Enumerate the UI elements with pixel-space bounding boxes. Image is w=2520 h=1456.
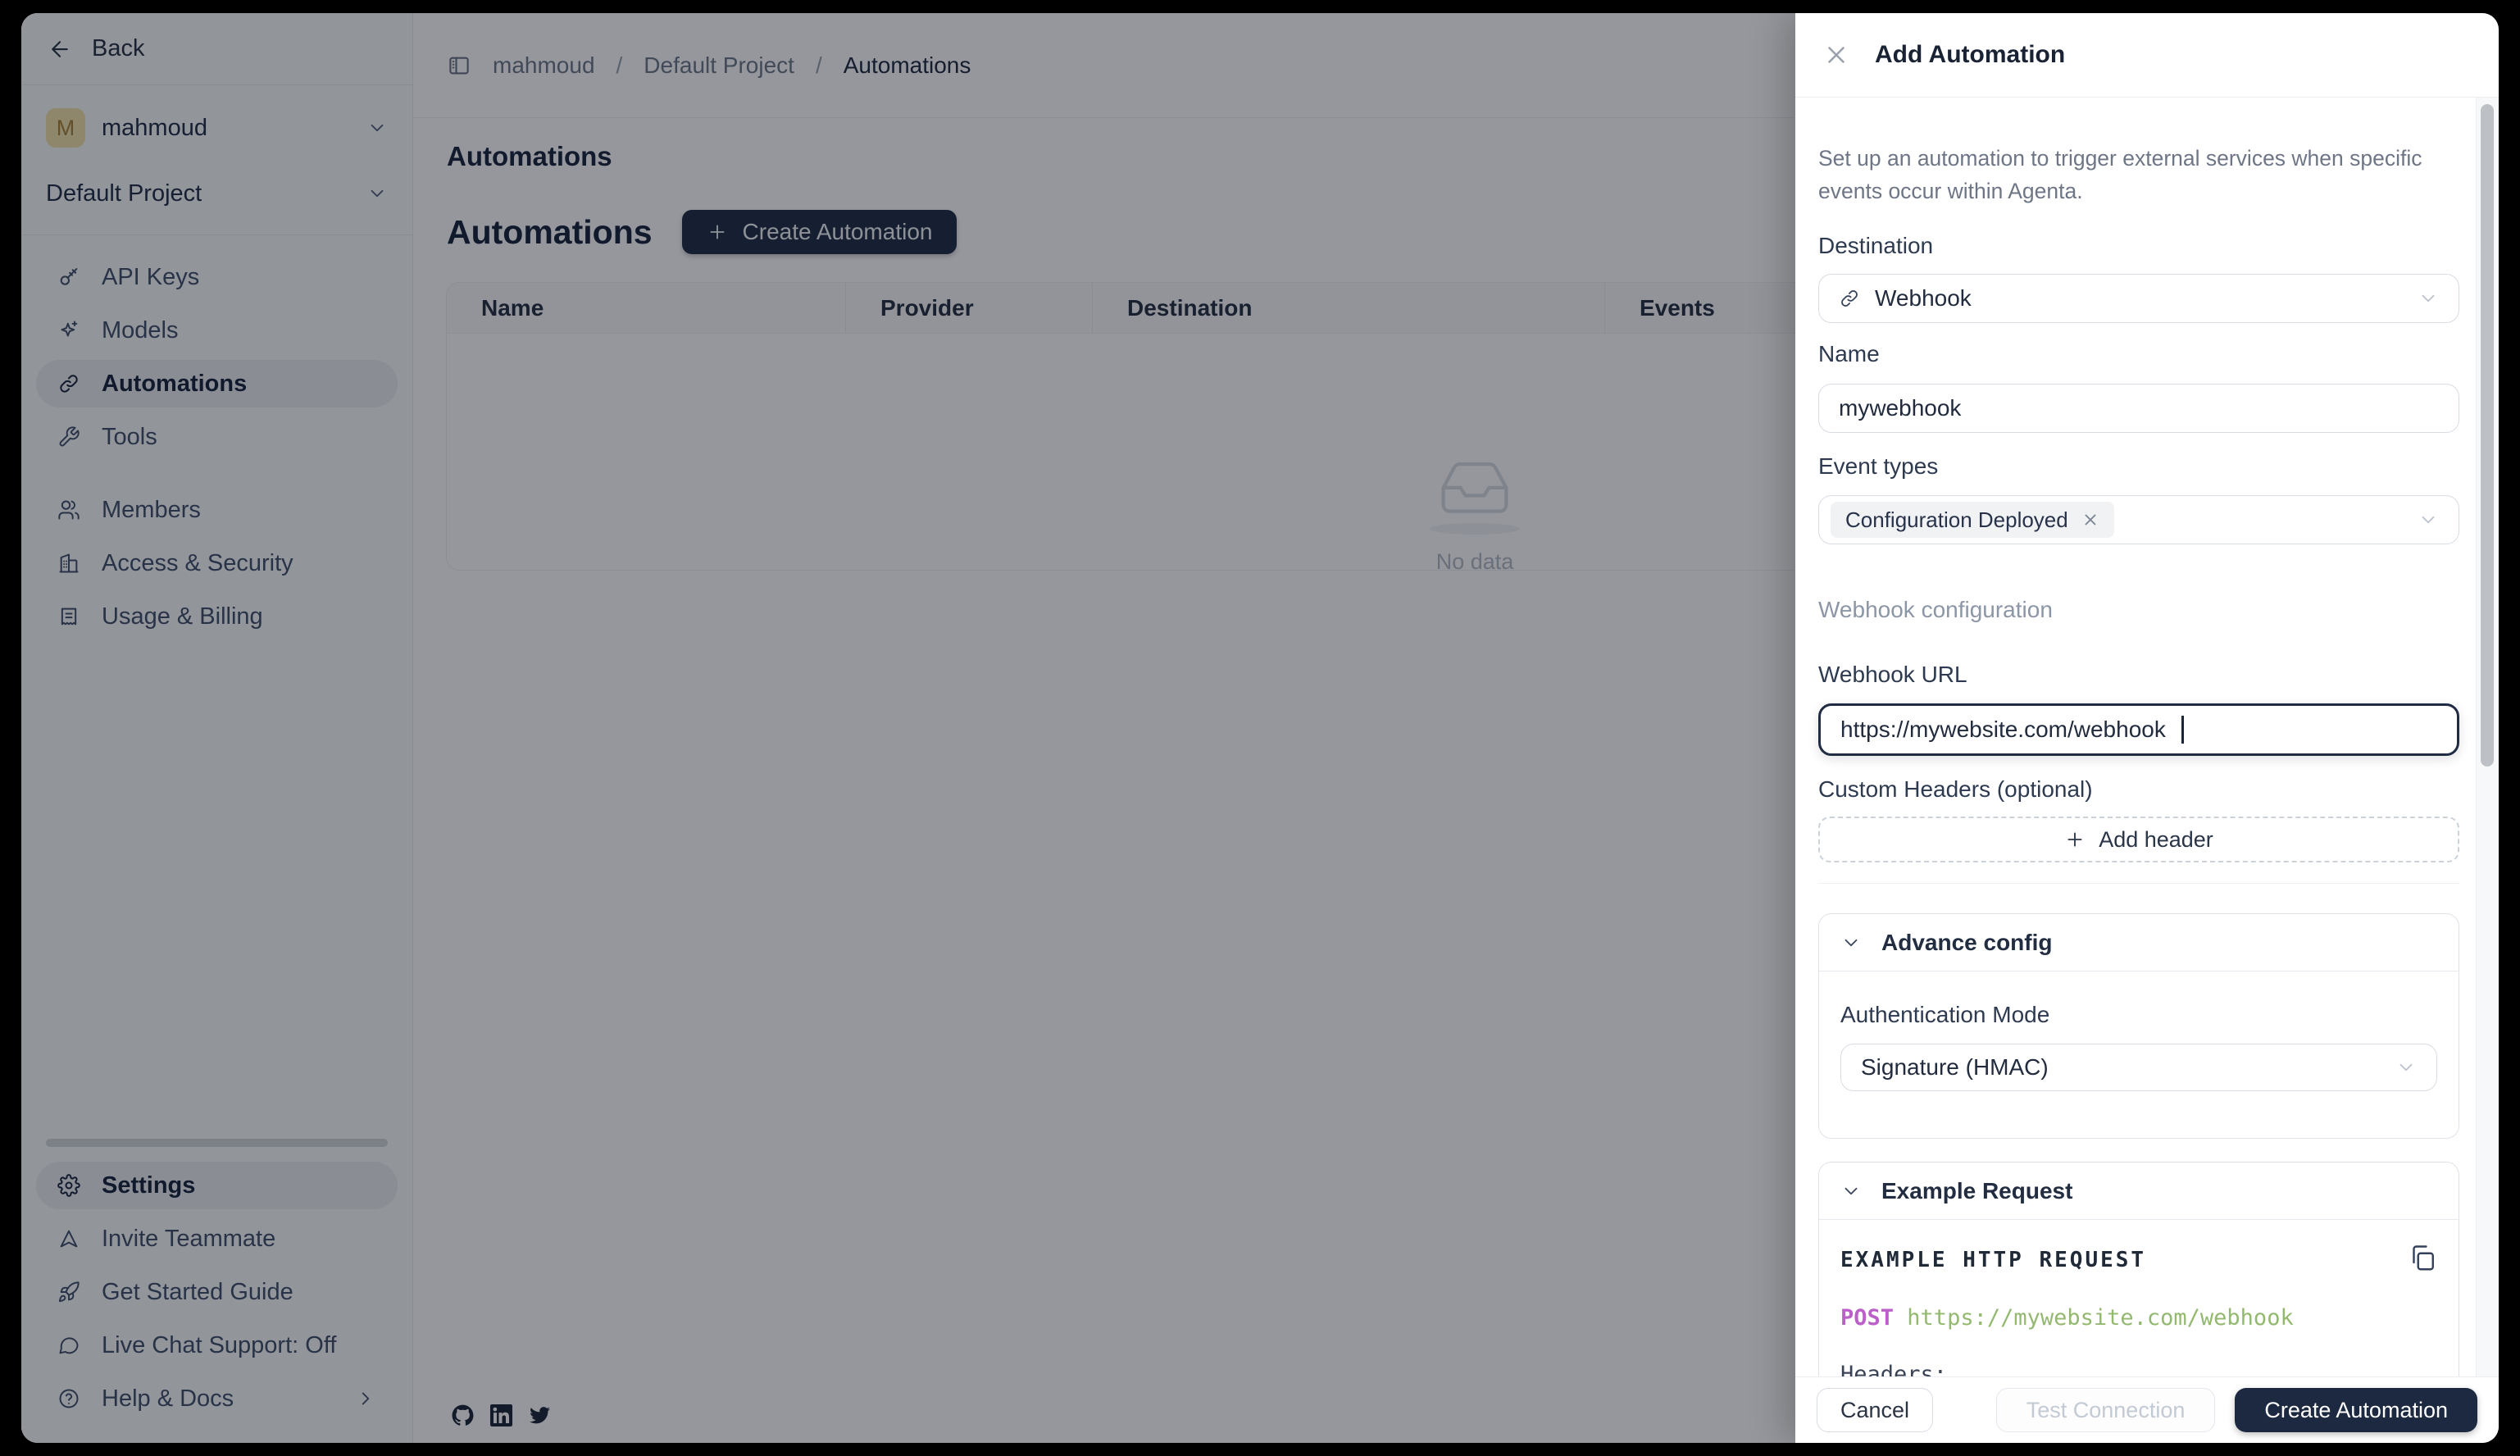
chevron-down-icon xyxy=(2418,509,2439,530)
webhook-config-section-label: Webhook configuration xyxy=(1818,597,2459,623)
tag-remove-icon[interactable] xyxy=(2081,511,2099,529)
cancel-button[interactable]: Cancel xyxy=(1817,1388,1933,1432)
copy-icon[interactable] xyxy=(2408,1243,2437,1272)
destination-value: Webhook xyxy=(1875,285,1972,312)
advance-config-title: Advance config xyxy=(1881,930,2052,956)
advance-config-panel: Advance config Authentication Mode Signa… xyxy=(1818,913,2459,1139)
webhook-url-value: https://mywebsite.com/webhook xyxy=(1840,717,2166,743)
name-input[interactable]: mywebhook xyxy=(1818,384,2459,433)
example-request-panel: Example Request EXAMPLE HTTP REQUEST POS… xyxy=(1818,1162,2459,1376)
app-window: Back M mahmoud Default Project xyxy=(21,13,2499,1443)
webhook-url-label: Webhook URL xyxy=(1818,661,2459,689)
chevron-down-icon xyxy=(2418,288,2439,309)
example-headers-line: Headers: xyxy=(1840,1362,2437,1376)
destination-select[interactable]: Webhook xyxy=(1818,274,2459,323)
close-icon[interactable] xyxy=(1822,41,1850,69)
auth-mode-select[interactable]: Signature (HMAC) xyxy=(1840,1044,2437,1091)
event-types-label: Event types xyxy=(1818,453,2459,480)
add-header-label: Add header xyxy=(2099,827,2213,853)
add-automation-drawer: Add Automation Set up an automation to t… xyxy=(1795,13,2499,1443)
http-url: https://mywebsite.com/webhook xyxy=(1907,1305,2293,1331)
chevron-down-icon xyxy=(1840,932,1862,953)
drawer-footer: Cancel Test Connection Create Automation xyxy=(1795,1376,2499,1443)
add-header-button[interactable]: Add header xyxy=(1818,817,2459,862)
example-request-body: EXAMPLE HTTP REQUEST POST https://mywebs… xyxy=(1819,1243,2459,1376)
destination-label: Destination xyxy=(1818,232,2459,260)
text-caret xyxy=(2181,716,2184,744)
name-value: mywebhook xyxy=(1839,395,1961,421)
test-connection-button[interactable]: Test Connection xyxy=(1996,1388,2216,1432)
advance-config-header[interactable]: Advance config xyxy=(1819,914,2459,971)
event-type-tag: Configuration Deployed xyxy=(1831,502,2114,538)
example-request-line: POST https://mywebsite.com/webhook xyxy=(1840,1305,2437,1331)
drawer-header: Add Automation xyxy=(1795,13,2499,98)
drawer-description: Set up an automation to trigger external… xyxy=(1818,142,2459,207)
auth-mode-value: Signature (HMAC) xyxy=(1861,1054,2049,1081)
drawer-scrollbar-thumb[interactable] xyxy=(2481,104,2494,767)
link-icon xyxy=(1839,288,1860,309)
event-type-tag-label: Configuration Deployed xyxy=(1845,507,2068,533)
auth-mode-label: Authentication Mode xyxy=(1840,1001,2437,1029)
divider xyxy=(1818,883,2459,884)
example-request-title: Example Request xyxy=(1881,1178,2072,1204)
drawer-scrollbar[interactable] xyxy=(2476,98,2499,1376)
event-types-select[interactable]: Configuration Deployed xyxy=(1818,495,2459,544)
chevron-down-icon xyxy=(2395,1057,2417,1078)
drawer-title: Add Automation xyxy=(1875,41,2065,69)
create-automation-submit-button[interactable]: Create Automation xyxy=(2235,1388,2477,1432)
name-label: Name xyxy=(1818,340,2459,368)
chevron-down-icon xyxy=(1840,1181,1862,1202)
example-http-heading: EXAMPLE HTTP REQUEST xyxy=(1840,1243,2146,1272)
custom-headers-label: Custom Headers (optional) xyxy=(1818,776,2459,803)
http-method: POST xyxy=(1840,1305,1894,1331)
plus-icon xyxy=(2064,829,2086,850)
example-request-header[interactable]: Example Request xyxy=(1819,1163,2459,1220)
advance-config-body: Authentication Mode Signature (HMAC) xyxy=(1819,1001,2459,1138)
webhook-url-input[interactable]: https://mywebsite.com/webhook xyxy=(1818,703,2459,756)
drawer-body: Set up an automation to trigger external… xyxy=(1795,98,2499,1376)
